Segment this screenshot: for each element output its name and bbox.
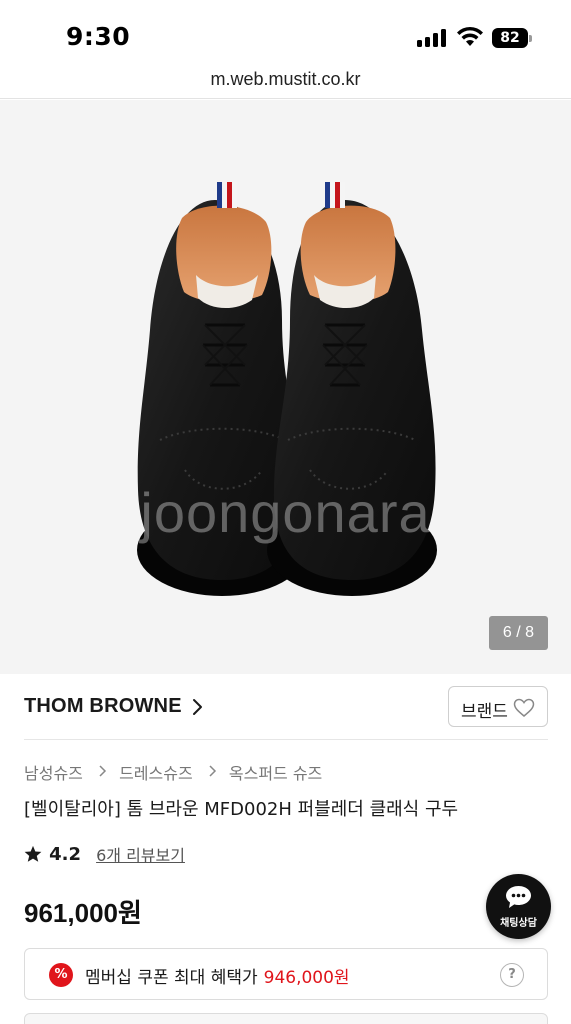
status-time: 9:30	[66, 22, 131, 51]
image-counter: 6 / 8	[489, 616, 548, 650]
watermark: joongonara	[140, 481, 431, 544]
breadcrumb: 남성슈즈 드레스슈즈 옥스퍼드 슈즈	[24, 760, 322, 784]
next-section-box	[24, 1013, 548, 1024]
chevron-right-icon[interactable]	[190, 698, 204, 716]
chat-bubble-icon	[506, 886, 531, 908]
chat-label: 채팅상담	[500, 918, 537, 929]
heart-icon	[513, 698, 535, 717]
membership-coupon-box[interactable]: % 멤버십 쿠폰 최대 혜택가 946,000원 ?	[24, 948, 548, 1000]
breadcrumb-item[interactable]: 남성슈즈	[24, 760, 83, 784]
chat-consult-button[interactable]: 채팅상담	[486, 874, 551, 939]
brand-follow-button[interactable]: 브랜드	[448, 686, 548, 727]
brand-name-link[interactable]: THOM BROWNE	[24, 695, 182, 718]
product-price: 961,000원	[24, 898, 142, 928]
battery-icon: 82	[492, 28, 532, 48]
breadcrumb-item[interactable]: 드레스슈즈	[119, 760, 193, 784]
status-bar: 9:30 82	[0, 0, 571, 62]
url-divider	[0, 98, 571, 99]
reviews-link[interactable]: 6개 리뷰보기	[96, 842, 185, 866]
coupon-text: 멤버십 쿠폰 최대 혜택가 946,000원	[85, 963, 350, 988]
section-divider	[24, 739, 548, 740]
brand-row: THOM BROWNE 브랜드	[0, 686, 571, 738]
coupon-label: 멤버십 쿠폰 최대 혜택가	[85, 968, 258, 988]
help-icon[interactable]: ?	[500, 963, 524, 987]
url-bar[interactable]: m.web.mustit.co.kr	[0, 64, 571, 98]
star-icon	[24, 845, 42, 862]
percent-icon: %	[49, 963, 73, 987]
product-image[interactable]: joongonara 6 / 8	[0, 100, 571, 674]
battery-level: 82	[492, 28, 528, 48]
brand-button-label: 브랜드	[461, 702, 508, 722]
chevron-right-icon	[99, 764, 107, 777]
wifi-icon	[457, 26, 483, 46]
product-title: [벨이탈리아] 톰 브라운 MFD002H 퍼블레더 클래식 구두	[24, 799, 459, 820]
rating-value: 4.2	[49, 843, 81, 865]
shoes-illustration	[137, 182, 437, 596]
breadcrumb-item[interactable]: 옥스퍼드 슈즈	[229, 760, 322, 784]
signal-icon	[417, 29, 447, 47]
rating-row: 4.2 6개 리뷰보기	[24, 842, 185, 866]
coupon-amount: 946,000원	[263, 968, 350, 988]
chevron-right-icon	[209, 764, 216, 777]
